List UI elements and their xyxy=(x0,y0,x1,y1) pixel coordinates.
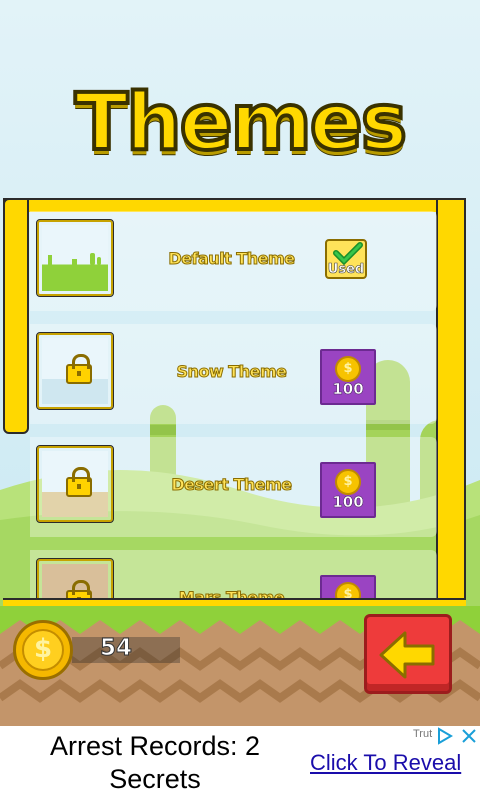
frame-top xyxy=(3,198,466,212)
buy-button-mars[interactable]: $ 100 xyxy=(320,575,376,599)
theme-thumbnail-mars xyxy=(36,558,114,599)
coin-icon: $ xyxy=(335,356,361,382)
theme-label-snow: Snow Theme xyxy=(176,362,287,382)
theme-label-desert: Desert Theme xyxy=(171,475,293,495)
close-icon[interactable] xyxy=(458,726,480,746)
used-badge[interactable]: Used xyxy=(325,239,367,279)
theme-list[interactable]: Default Theme Used Snow Theme $ 100 Dese… xyxy=(30,211,437,599)
ad-brand: Trut xyxy=(413,728,433,740)
frame-right xyxy=(436,198,466,606)
theme-row-default[interactable]: Default Theme Used xyxy=(30,211,437,311)
frame-left xyxy=(3,198,29,434)
price-label-desert: 100 xyxy=(332,493,364,512)
theme-row-mars[interactable]: Mars Theme $ 100 xyxy=(30,550,437,599)
coin-count: 54 xyxy=(99,635,133,662)
adchoices-icon[interactable] xyxy=(434,726,456,746)
used-label: Used xyxy=(327,262,365,278)
price-label-snow: 100 xyxy=(332,380,364,399)
arrow-left-icon xyxy=(379,631,435,679)
ad-headline[interactable]: Arrest Records: 2 Secrets xyxy=(20,730,290,796)
lock-icon xyxy=(66,467,92,497)
theme-thumbnail-snow xyxy=(36,332,114,410)
coin-symbol: $ xyxy=(22,629,64,671)
ad-cta-link[interactable]: Click To Reveal xyxy=(310,750,461,776)
coin-icon: $ xyxy=(335,469,361,495)
theme-label-default: Default Theme xyxy=(168,249,296,269)
buy-button-snow[interactable]: $ 100 xyxy=(320,349,376,405)
theme-thumbnail-desert xyxy=(36,445,114,523)
grass-scene-icon xyxy=(48,253,101,265)
coin-icon: $ xyxy=(335,582,361,599)
page-title: Themes xyxy=(73,76,409,170)
theme-row-snow[interactable]: Snow Theme $ 100 xyxy=(30,324,437,424)
theme-thumbnail-default xyxy=(36,219,114,297)
theme-row-desert[interactable]: Desert Theme $ 100 xyxy=(30,437,437,537)
lock-icon xyxy=(66,354,92,384)
ad-banner[interactable]: Arrest Records: 2 Secrets Click To Revea… xyxy=(0,726,480,800)
coin-icon: $ xyxy=(13,620,73,680)
buy-button-desert[interactable]: $ 100 xyxy=(320,462,376,518)
back-button[interactable] xyxy=(364,614,452,694)
